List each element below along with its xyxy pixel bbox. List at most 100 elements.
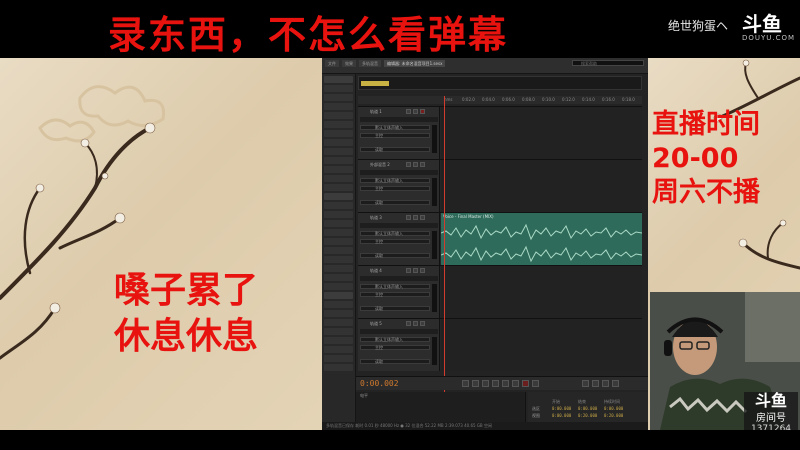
view-duration[interactable]: 0:20.000 — [604, 413, 623, 418]
record-arm-button[interactable] — [420, 321, 425, 326]
panel-row[interactable] — [324, 247, 353, 254]
panel-row[interactable] — [324, 94, 353, 101]
panel-row[interactable] — [324, 157, 353, 164]
panel-row[interactable] — [324, 103, 353, 110]
output-select[interactable]: 主控 — [360, 133, 430, 138]
zoom-out-button[interactable] — [592, 380, 599, 387]
panel-row[interactable] — [324, 283, 353, 290]
overview-visible-range[interactable] — [361, 81, 389, 86]
panel-row[interactable] — [324, 364, 353, 371]
sel-start[interactable]: 0:00.000 — [552, 406, 571, 411]
panel-row[interactable] — [324, 139, 353, 146]
solo-button[interactable] — [413, 268, 418, 273]
rewind-button[interactable] — [492, 380, 499, 387]
volume-pan-controls[interactable] — [360, 170, 438, 175]
input-select[interactable]: 默认立体声输入 — [360, 284, 430, 289]
fast-forward-button[interactable] — [502, 380, 509, 387]
audio-clip[interactable]: Voice - Final Master (MIX) — [441, 213, 642, 265]
solo-button[interactable] — [413, 321, 418, 326]
automation-mode[interactable]: 读取 — [360, 200, 430, 205]
mute-button[interactable] — [406, 321, 411, 326]
panel-row[interactable] — [324, 310, 353, 317]
track-lane[interactable] — [441, 160, 642, 212]
record-arm-button[interactable] — [420, 162, 425, 167]
go-to-end-button[interactable] — [512, 380, 519, 387]
track-lane[interactable] — [441, 266, 642, 318]
panel-header[interactable] — [324, 193, 353, 200]
automation-mode[interactable]: 读取 — [360, 253, 430, 258]
record-arm-button[interactable] — [420, 215, 425, 220]
panel-row[interactable] — [324, 229, 353, 236]
panel-row[interactable] — [324, 130, 353, 137]
loop-button[interactable] — [532, 380, 539, 387]
track-lane[interactable] — [441, 319, 642, 371]
view-start[interactable]: 0:00.000 — [552, 413, 571, 418]
panel-row[interactable] — [324, 220, 353, 227]
panel-row[interactable] — [324, 346, 353, 353]
output-select[interactable]: 主控 — [360, 186, 430, 191]
record-arm-button[interactable] — [420, 109, 425, 114]
automation-mode[interactable]: 读取 — [360, 359, 430, 364]
output-select[interactable]: 主控 — [360, 345, 430, 350]
solo-button[interactable] — [413, 215, 418, 220]
mute-button[interactable] — [406, 215, 411, 220]
panel-row[interactable] — [324, 112, 353, 119]
panel-row[interactable] — [324, 238, 353, 245]
play-button[interactable] — [472, 380, 479, 387]
panel-row[interactable] — [324, 175, 353, 182]
track-name[interactable]: 轨道 1 — [370, 109, 382, 115]
panel-row[interactable] — [324, 184, 353, 191]
track-name[interactable]: 轨道 4 — [370, 268, 382, 274]
panel-row[interactable] — [324, 166, 353, 173]
panel-row[interactable] — [324, 211, 353, 218]
tab-effects[interactable]: 效果 — [342, 60, 356, 67]
panel-row[interactable] — [324, 265, 353, 272]
zoom-full-button[interactable] — [602, 380, 609, 387]
record-button[interactable] — [522, 380, 529, 387]
playhead-cursor[interactable] — [444, 96, 445, 416]
panel-row[interactable] — [324, 148, 353, 155]
stop-button[interactable] — [462, 380, 469, 387]
panel-row[interactable] — [324, 274, 353, 281]
automation-mode[interactable]: 读取 — [360, 306, 430, 311]
tab-editor[interactable]: 编辑器: 未命名混音项目1.sesx — [384, 60, 446, 67]
volume-pan-controls[interactable] — [360, 117, 438, 122]
sel-duration[interactable]: 0:00.000 — [604, 406, 623, 411]
volume-pan-controls[interactable] — [360, 329, 438, 334]
panel-row[interactable] — [324, 121, 353, 128]
input-select[interactable]: 默认立体声输入 — [360, 178, 430, 183]
zoom-in-button[interactable] — [582, 380, 589, 387]
panel-row[interactable] — [324, 85, 353, 92]
panel-header[interactable] — [324, 292, 353, 299]
track-lane[interactable] — [441, 107, 642, 159]
solo-button[interactable] — [413, 162, 418, 167]
volume-pan-controls[interactable] — [360, 223, 438, 228]
tab-file[interactable]: 文件 — [325, 60, 339, 67]
mute-button[interactable] — [406, 268, 411, 273]
output-select[interactable]: 主控 — [360, 239, 430, 244]
record-arm-button[interactable] — [420, 268, 425, 273]
track-name[interactable]: 轨道 3 — [370, 215, 382, 221]
pause-button[interactable] — [482, 380, 489, 387]
mute-button[interactable] — [406, 109, 411, 114]
panel-row[interactable] — [324, 355, 353, 362]
panel-row[interactable] — [324, 337, 353, 344]
volume-pan-controls[interactable] — [360, 276, 438, 281]
input-select[interactable]: 默认立体声输入 — [360, 125, 430, 130]
timeline-ruler[interactable]: hms 0:02.0 0:04.0 0:06.0 0:08.0 0:10.0 0… — [358, 96, 642, 104]
panel-row[interactable] — [324, 319, 353, 326]
tab-multitrack[interactable]: 多轨混音 — [359, 60, 381, 67]
mute-button[interactable] — [406, 162, 411, 167]
track-name[interactable]: 轨道 5 — [370, 321, 382, 327]
input-select[interactable]: 默认立体声输入 — [360, 337, 430, 342]
help-search-input[interactable]: 搜索帮助 — [572, 60, 644, 66]
input-select[interactable]: 默认立体声输入 — [360, 231, 430, 236]
zoom-selection-button[interactable] — [612, 380, 619, 387]
panel-row[interactable] — [324, 256, 353, 263]
solo-button[interactable] — [413, 109, 418, 114]
panel-row[interactable] — [324, 301, 353, 308]
view-end[interactable]: 0:20.000 — [578, 413, 597, 418]
output-select[interactable]: 主控 — [360, 292, 430, 297]
track-lane[interactable]: Voice - Final Master (MIX) — [441, 213, 642, 265]
sel-end[interactable]: 0:00.000 — [578, 406, 597, 411]
